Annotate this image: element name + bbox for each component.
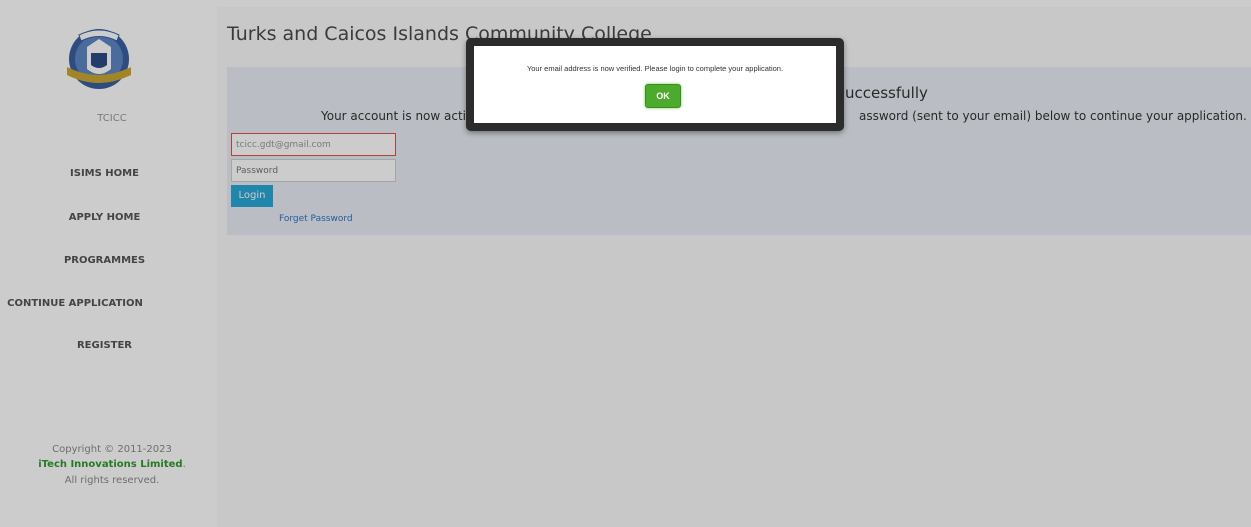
dialog-message: Your email address is now verified. Plea… (526, 64, 784, 73)
ok-button[interactable]: OK (645, 84, 681, 108)
verification-dialog: Your email address is now verified. Plea… (466, 38, 844, 131)
